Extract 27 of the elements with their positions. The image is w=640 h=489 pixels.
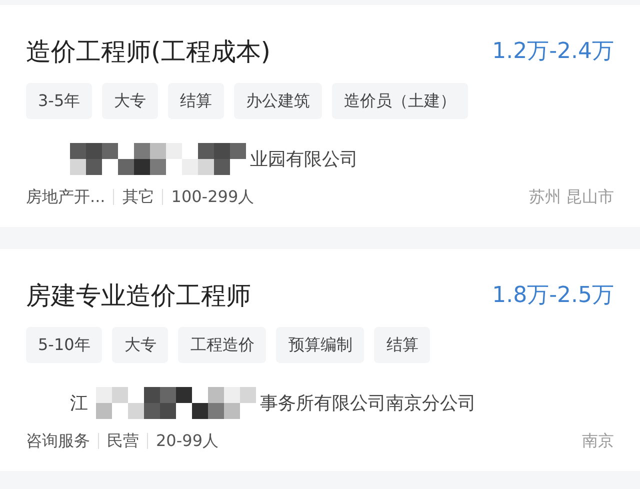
salary: 1.8万-2.5万 (492, 282, 614, 310)
job-tag: 结算 (168, 83, 224, 119)
job-location: 南京 (582, 430, 614, 452)
job-location: 苏州 昆山市 (528, 186, 614, 208)
job-card[interactable]: 房建专业造价工程师 1.8万-2.5万 5-10年 大专 工程造价 预算编制 结算 江 事务所有限公司南京分公司 咨询服务 民营 20-99人 南京 (0, 249, 640, 471)
job-tag: 预算编制 (276, 327, 364, 363)
company-name: 江 (70, 392, 88, 416)
job-title: 房建专业造价工程师 (26, 280, 251, 312)
company-info: 房地产开... (26, 186, 106, 208)
job-card[interactable]: 造价工程师(工程成本) 1.2万-2.4万 3-5年 大专 结算 办公建筑 造价员（土建） 业园有限公司 房地产开... 其它 100-299人 苏州 昆山市 (0, 5, 640, 227)
salary: 1.2万-2.4万 (492, 38, 614, 66)
job-title: 造价工程师(工程成本) (26, 36, 271, 68)
job-tag: 造价员（土建） (332, 83, 468, 119)
company-info: 咨询服务 (26, 430, 90, 452)
job-tag: 5-10年 (26, 327, 102, 363)
company-name: 业园有限公司 (250, 148, 358, 172)
job-tag: 办公建筑 (234, 83, 322, 119)
job-tag: 大专 (112, 327, 168, 363)
company-info: 民营 (107, 430, 139, 452)
job-tag: 3-5年 (26, 83, 92, 119)
company-name: 事务所有限公司南京分公司 (260, 392, 476, 416)
job-tag: 工程造价 (178, 327, 266, 363)
company-info: 100-299人 (171, 186, 254, 208)
job-tag: 大专 (102, 83, 158, 119)
company-info: 20-99人 (156, 430, 218, 452)
company-info: 其它 (122, 186, 154, 208)
job-tag: 结算 (374, 327, 430, 363)
